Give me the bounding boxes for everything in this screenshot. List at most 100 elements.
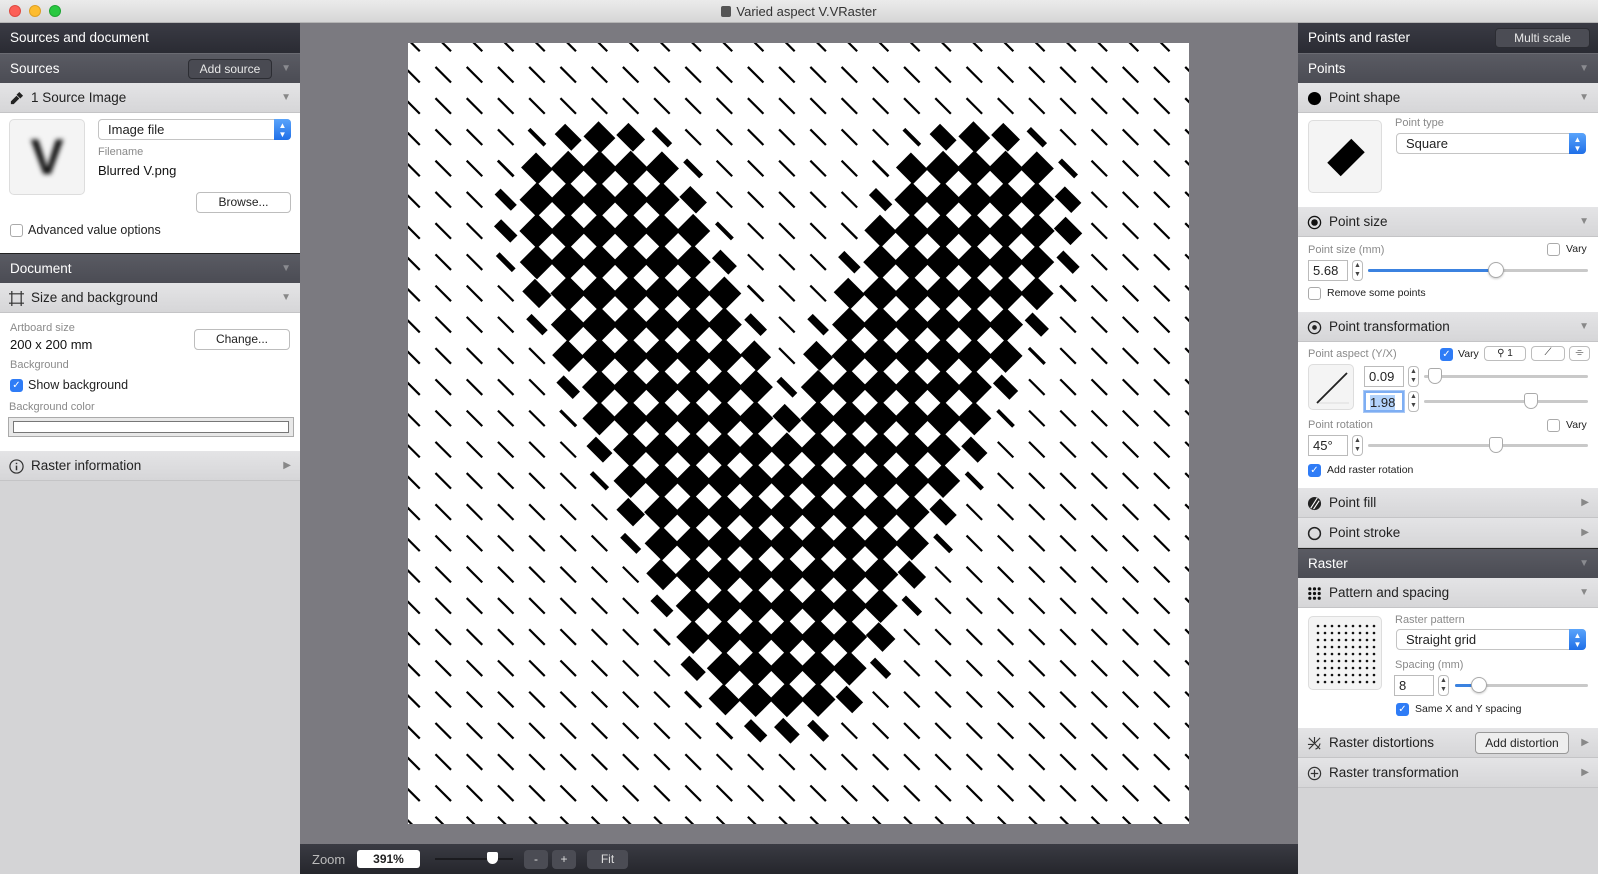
aspect-max-stepper[interactable]: ▲ ▼ bbox=[1408, 391, 1419, 412]
raster-point bbox=[465, 534, 484, 552]
document-header[interactable]: Document ▼ bbox=[0, 253, 300, 283]
expand-triangle-icon[interactable]: ▶ bbox=[283, 451, 291, 481]
spacing-stepper[interactable]: ▲ ▼ bbox=[1438, 675, 1449, 696]
collapse-triangle-icon[interactable]: ▼ bbox=[1579, 549, 1589, 579]
raster-point bbox=[613, 463, 648, 499]
artboard[interactable] bbox=[408, 43, 1189, 824]
sources-header[interactable]: Sources Add source ▼ bbox=[0, 53, 300, 83]
zoom-value-field[interactable]: 391% bbox=[357, 850, 420, 868]
maximize-window-button[interactable] bbox=[49, 5, 61, 17]
close-window-button[interactable] bbox=[9, 5, 21, 17]
raster-point bbox=[590, 66, 608, 84]
point-size-vary-checkbox[interactable] bbox=[1547, 243, 1560, 256]
zoom-out-button[interactable]: - bbox=[524, 850, 548, 869]
raster-point bbox=[1090, 222, 1108, 240]
collapse-triangle-icon[interactable]: ▼ bbox=[281, 283, 291, 313]
raster-point bbox=[434, 378, 452, 396]
add-raster-rotation-checkbox[interactable]: ✓ bbox=[1308, 464, 1321, 477]
raster-point bbox=[809, 191, 827, 209]
raster-point bbox=[1090, 97, 1108, 115]
collapse-triangle-icon[interactable]: ▼ bbox=[281, 254, 291, 284]
aspect-vary-checkbox[interactable]: ✓ bbox=[1440, 348, 1453, 361]
source-type-select[interactable]: Image file ▲ ▼ bbox=[98, 119, 291, 140]
collapse-triangle-icon[interactable]: ▼ bbox=[1579, 83, 1589, 113]
aspect-steps-button[interactable]: ⌯ bbox=[1569, 346, 1590, 361]
expand-triangle-icon[interactable]: ▶ bbox=[1581, 518, 1589, 548]
raster-point bbox=[653, 66, 671, 84]
point-size-stepper[interactable]: ▲ ▼ bbox=[1352, 260, 1363, 281]
show-background-checkbox[interactable]: ✓ bbox=[10, 379, 23, 392]
change-artboard-button[interactable]: Change... bbox=[194, 329, 290, 350]
aspect-min-stepper[interactable]: ▲ ▼ bbox=[1408, 366, 1419, 387]
background-color-well[interactable] bbox=[8, 417, 294, 437]
collapse-triangle-icon[interactable]: ▼ bbox=[281, 54, 291, 84]
minimize-window-button[interactable] bbox=[29, 5, 41, 17]
zoom-in-button[interactable]: + bbox=[552, 850, 576, 869]
raster-point bbox=[528, 534, 546, 552]
raster-point bbox=[809, 784, 827, 802]
point-transformation-section[interactable]: Point transformation ▼ bbox=[1298, 312, 1598, 342]
multi-scale-button[interactable]: Multi scale bbox=[1495, 28, 1590, 48]
aspect-min-slider[interactable] bbox=[1424, 368, 1588, 384]
raster-point bbox=[526, 313, 548, 336]
point-size-slider[interactable] bbox=[1368, 262, 1588, 278]
raster-header[interactable]: Raster ▼ bbox=[1298, 548, 1598, 578]
expand-triangle-icon[interactable]: ▶ bbox=[1581, 488, 1589, 518]
raster-point bbox=[933, 533, 954, 554]
rotation-field[interactable]: 45° bbox=[1308, 435, 1348, 456]
rotation-slider[interactable] bbox=[1368, 437, 1588, 453]
browse-button[interactable]: Browse... bbox=[196, 192, 291, 213]
raster-point bbox=[675, 588, 711, 624]
raster-information-section[interactable]: Raster information ▶ bbox=[0, 451, 300, 481]
pattern-spacing-section[interactable]: Pattern and spacing ▼ bbox=[1298, 578, 1598, 608]
raster-point bbox=[434, 597, 452, 615]
add-source-button[interactable]: Add source bbox=[188, 59, 272, 79]
add-distortion-button[interactable]: Add distortion bbox=[1475, 732, 1569, 754]
collapse-triangle-icon[interactable]: ▼ bbox=[1579, 312, 1589, 342]
collapse-triangle-icon[interactable]: ▼ bbox=[1579, 207, 1589, 237]
point-type-select[interactable]: Square ▲ ▼ bbox=[1396, 133, 1586, 154]
raster-point bbox=[1090, 66, 1108, 84]
point-stroke-section[interactable]: Point stroke ▶ bbox=[1298, 518, 1598, 548]
spacing-slider[interactable] bbox=[1455, 677, 1588, 693]
rotation-stepper[interactable]: ▲ ▼ bbox=[1352, 435, 1363, 456]
aspect-min-field[interactable]: 0.09 bbox=[1364, 366, 1404, 387]
point-shape-section[interactable]: Point shape ▼ bbox=[1298, 83, 1598, 113]
raster-pattern-select[interactable]: Straight grid ▲ ▼ bbox=[1396, 629, 1586, 650]
point-size-section[interactable]: Point size ▼ bbox=[1298, 207, 1598, 237]
preview-dot bbox=[1323, 673, 1327, 677]
raster-transformation-section[interactable]: Raster transformation ▶ bbox=[1298, 758, 1598, 788]
aspect-max-field[interactable]: 1.98 bbox=[1364, 391, 1404, 412]
point-size-field[interactable]: 5.68 bbox=[1308, 260, 1348, 281]
points-header[interactable]: Points ▼ bbox=[1298, 53, 1598, 83]
size-background-section[interactable]: Size and background ▼ bbox=[0, 283, 300, 313]
expand-triangle-icon[interactable]: ▶ bbox=[1581, 728, 1589, 758]
spacing-field[interactable]: 8 bbox=[1394, 675, 1434, 696]
title-bar: Varied aspect V.VRaster bbox=[0, 0, 1598, 23]
raster-point bbox=[1059, 97, 1077, 115]
preview-dot bbox=[1358, 680, 1362, 684]
raster-point bbox=[1028, 722, 1046, 740]
raster-point bbox=[800, 369, 836, 405]
raster-point bbox=[1121, 253, 1140, 271]
point-fill-section[interactable]: Point fill ▶ bbox=[1298, 488, 1598, 518]
collapse-triangle-icon[interactable]: ▼ bbox=[1579, 54, 1589, 84]
raster-distortions-section[interactable]: Raster distortions Add distortion ▶ bbox=[1298, 728, 1598, 758]
expand-triangle-icon[interactable]: ▶ bbox=[1581, 758, 1589, 788]
aspect-source-button[interactable]: ⚲ 1 bbox=[1484, 346, 1526, 361]
raster-point bbox=[559, 97, 577, 115]
fit-button[interactable]: Fit bbox=[587, 850, 628, 869]
zoom-slider[interactable] bbox=[435, 852, 513, 864]
select-arrows-icon: ▲ ▼ bbox=[1569, 133, 1586, 154]
same-xy-spacing-checkbox[interactable]: ✓ bbox=[1396, 703, 1409, 716]
remove-some-points-checkbox[interactable] bbox=[1308, 287, 1321, 300]
advanced-value-options-checkbox[interactable] bbox=[10, 224, 23, 237]
source-image-section[interactable]: 1 Source Image ▼ bbox=[0, 83, 300, 113]
raster-point bbox=[559, 784, 577, 802]
rotation-vary-checkbox[interactable] bbox=[1547, 419, 1560, 432]
aspect-max-slider[interactable] bbox=[1424, 393, 1588, 409]
aspect-curve-button[interactable]: ⟋ bbox=[1531, 346, 1565, 361]
collapse-triangle-icon[interactable]: ▼ bbox=[1579, 578, 1589, 608]
collapse-triangle-icon[interactable]: ▼ bbox=[281, 83, 291, 113]
raster-point bbox=[434, 534, 452, 552]
